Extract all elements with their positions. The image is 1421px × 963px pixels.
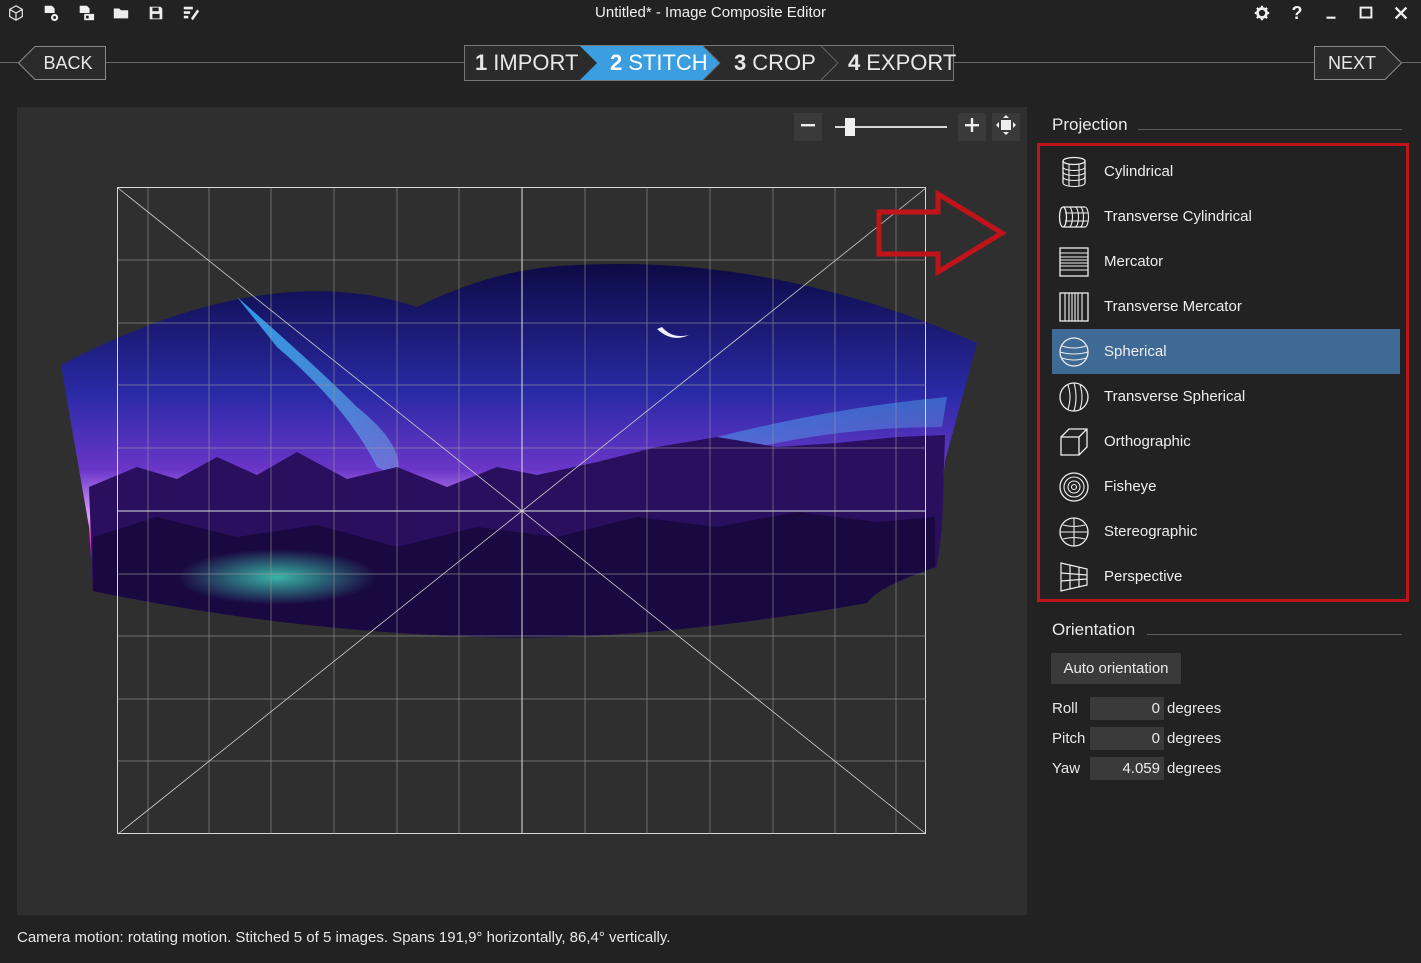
projection-fisheye[interactable]: Fisheye	[1052, 464, 1400, 509]
zoom-out-icon	[799, 116, 817, 139]
roll-unit: degrees	[1167, 700, 1222, 717]
transverse-mercator-icon	[1056, 289, 1092, 325]
orthographic-icon	[1056, 424, 1092, 460]
projection-stereographic[interactable]: Stereographic	[1052, 509, 1400, 554]
step-stitch[interactable]: 2 STITCH	[610, 46, 708, 80]
roll-label: Roll	[1052, 700, 1078, 717]
next-label: NEXT	[1327, 52, 1376, 73]
status-text: Camera motion: rotating motion. Stitched…	[17, 929, 671, 946]
help-icon[interactable]: ?	[1287, 3, 1307, 23]
pitch-label: Pitch	[1052, 730, 1086, 747]
title-bar: Untitled* - Image Composite Editor ?	[0, 0, 1421, 26]
back-label: BACK	[43, 52, 93, 73]
step-export[interactable]: 4 EXPORT	[848, 46, 956, 80]
orientation-divider	[1147, 634, 1402, 635]
zoom-in-icon	[963, 116, 981, 139]
step-crop[interactable]: 3 CROP	[734, 46, 816, 80]
roll-input[interactable]	[1090, 697, 1164, 720]
window-title: Untitled* - Image Composite Editor	[595, 4, 826, 21]
settings-icon[interactable]	[1252, 3, 1272, 23]
fit-to-window-button[interactable]	[992, 113, 1020, 141]
mercator-icon	[1056, 244, 1092, 280]
fit-to-window-icon	[995, 114, 1017, 141]
zoom-in-button[interactable]	[958, 113, 986, 141]
auto-orientation-button[interactable]: Auto orientation	[1051, 653, 1181, 684]
projection-title: Projection	[1052, 115, 1128, 134]
back-button[interactable]: BACK	[18, 46, 106, 80]
spherical-icon	[1056, 334, 1092, 370]
projection-orthographic[interactable]: Orthographic	[1052, 419, 1400, 464]
pitch-unit: degrees	[1167, 730, 1222, 747]
projection-cylindrical[interactable]: Cylindrical	[1052, 149, 1400, 194]
zoom-slider[interactable]	[835, 118, 947, 136]
annotation-arrow-icon	[876, 190, 1007, 276]
projection-spherical[interactable]: Spherical	[1052, 329, 1400, 374]
yaw-unit: degrees	[1167, 760, 1222, 777]
yaw-label: Yaw	[1052, 760, 1081, 777]
orientation-title: Orientation	[1052, 620, 1136, 639]
transverse-spherical-icon	[1056, 379, 1092, 415]
next-button[interactable]: NEXT	[1314, 46, 1402, 80]
step-import[interactable]: 1 IMPORT	[475, 46, 578, 80]
maximize-icon[interactable]	[1356, 3, 1376, 23]
zoom-out-button[interactable]	[794, 113, 822, 141]
projection-transverse-cylindrical[interactable]: Transverse Cylindrical	[1052, 194, 1400, 239]
yaw-input[interactable]	[1090, 757, 1164, 780]
minimize-icon[interactable]	[1321, 3, 1341, 23]
stereographic-icon	[1056, 514, 1092, 550]
cylindrical-icon	[1056, 154, 1092, 190]
pitch-input[interactable]	[1090, 727, 1164, 750]
close-icon[interactable]	[1391, 3, 1411, 23]
fisheye-icon	[1056, 469, 1092, 505]
projection-transverse-mercator[interactable]: Transverse Mercator	[1052, 284, 1400, 329]
projection-perspective[interactable]: Perspective	[1052, 554, 1400, 599]
projection-divider	[1138, 129, 1402, 130]
perspective-icon	[1056, 559, 1092, 595]
projection-transverse-spherical[interactable]: Transverse Spherical	[1052, 374, 1400, 419]
zoom-slider-thumb[interactable]	[845, 118, 855, 136]
workflow-steps: 1 IMPORT 2 STITCH 3 CROP 4 EXPORT	[464, 45, 956, 81]
transverse-cylindrical-icon	[1056, 199, 1092, 235]
projection-mercator[interactable]: Mercator	[1052, 239, 1400, 284]
